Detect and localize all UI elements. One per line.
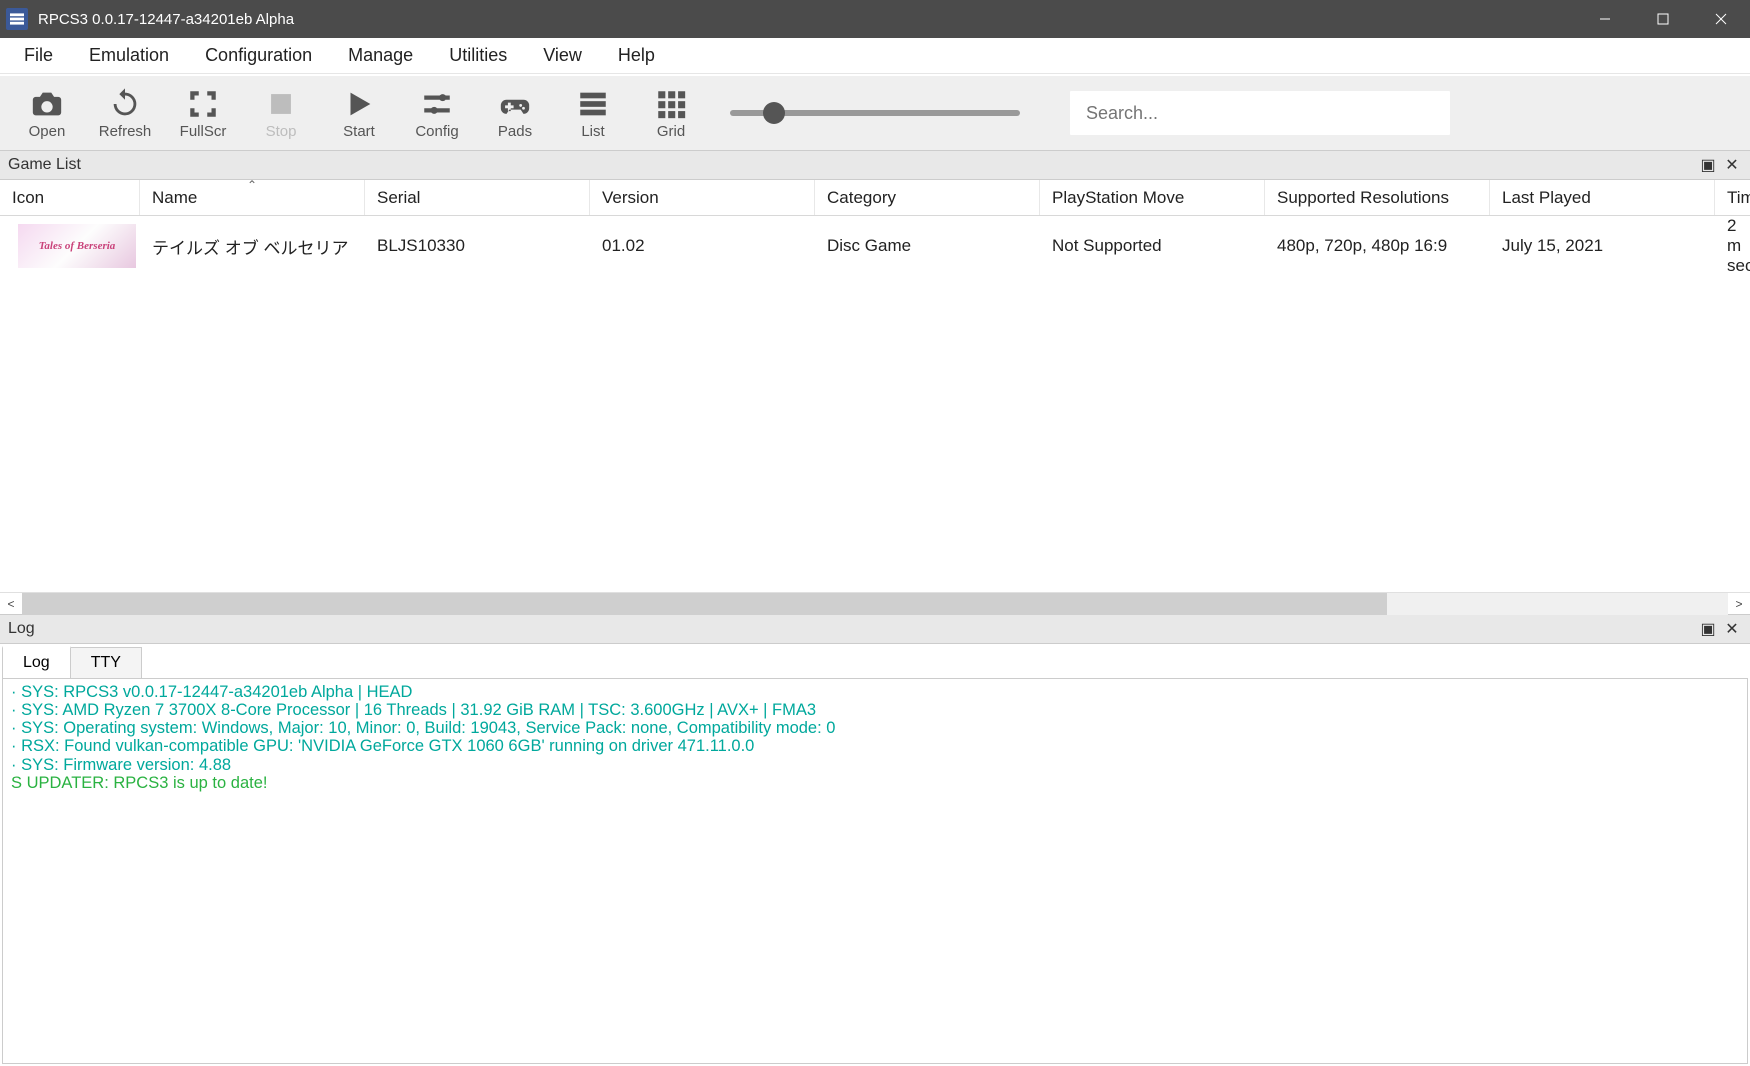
game-resolutions: 480p, 720p, 480p 16:9 — [1265, 236, 1490, 256]
maximize-button[interactable] — [1634, 0, 1692, 38]
close-icon[interactable]: ✕ — [1722, 619, 1742, 639]
game-category: Disc Game — [815, 236, 1040, 256]
game-icon-cell: Tales of Berseria — [0, 224, 140, 268]
menu-help[interactable]: Help — [600, 39, 673, 72]
tab-log[interactable]: Log — [2, 646, 71, 678]
search-input[interactable] — [1070, 91, 1450, 135]
list-icon — [576, 87, 610, 121]
log-tabs: Log TTY — [0, 644, 1750, 678]
grid-icon — [654, 87, 688, 121]
gamelist-title: Game List — [8, 156, 81, 174]
horizontal-scrollbar[interactable]: < > — [0, 592, 1750, 614]
gamepad-icon — [498, 87, 532, 121]
gamelist-header-row: Icon Name Serial Version Category PlaySt… — [0, 180, 1750, 216]
stop-button[interactable]: Stop — [242, 77, 320, 149]
log-line: ·­ RSX: Found vulkan-compatible GPU: 'NV… — [11, 737, 1739, 755]
popout-icon[interactable]: ▣ — [1698, 155, 1718, 175]
close-button[interactable] — [1692, 0, 1750, 38]
list-button[interactable]: List — [554, 77, 632, 149]
column-last-played[interactable]: Last Played — [1490, 180, 1715, 215]
minimize-button[interactable] — [1576, 0, 1634, 38]
refresh-icon — [108, 87, 142, 121]
menu-configuration[interactable]: Configuration — [187, 39, 330, 72]
stop-icon — [264, 87, 298, 121]
popout-icon[interactable]: ▣ — [1698, 619, 1718, 639]
gamelist-panel-header: Game List ▣ ✕ — [0, 150, 1750, 180]
sliders-icon — [420, 87, 454, 121]
play-icon — [342, 87, 376, 121]
camera-icon — [30, 87, 64, 121]
menu-view[interactable]: View — [525, 39, 600, 72]
column-serial[interactable]: Serial — [365, 180, 590, 215]
log-line: S UPDATER: RPCS3 is up to date! — [11, 774, 1739, 792]
slider-thumb[interactable] — [763, 102, 785, 124]
log-title: Log — [8, 620, 35, 638]
column-version[interactable]: Version — [590, 180, 815, 215]
menu-manage[interactable]: Manage — [330, 39, 431, 72]
log-content[interactable]: ·­ SYS: RPCS3 v0.0.17-12447-a34201eb Alp… — [2, 678, 1748, 1064]
title-bar: RPCS3 0.0.17-12447-a34201eb Alpha — [0, 0, 1750, 38]
menu-utilities[interactable]: Utilities — [431, 39, 525, 72]
toolbar: Open Refresh FullScr Stop Start Config P… — [0, 74, 1750, 150]
scroll-left-icon[interactable]: < — [0, 593, 22, 615]
window-title: RPCS3 0.0.17-12447-a34201eb Alpha — [38, 11, 1576, 28]
column-icon[interactable]: Icon — [0, 180, 140, 215]
column-time-played[interactable]: Tim — [1715, 180, 1750, 215]
log-panel-header: Log ▣ ✕ — [0, 614, 1750, 644]
table-row[interactable]: Tales of Berseria テイルズ オブ ベルセリア BLJS1033… — [0, 216, 1750, 276]
scroll-track[interactable] — [22, 593, 1728, 615]
start-button[interactable]: Start — [320, 77, 398, 149]
column-move[interactable]: PlayStation Move — [1040, 180, 1265, 215]
config-button[interactable]: Config — [398, 77, 476, 149]
grid-button[interactable]: Grid — [632, 77, 710, 149]
scroll-thumb[interactable] — [22, 593, 1387, 615]
close-icon[interactable]: ✕ — [1722, 155, 1742, 175]
game-version: 01.02 — [590, 236, 815, 256]
game-move: Not Supported — [1040, 236, 1265, 256]
log-line: ·­ SYS: Operating system: Windows, Major… — [11, 719, 1739, 737]
gamelist-body: Tales of Berseria テイルズ オブ ベルセリア BLJS1033… — [0, 216, 1750, 592]
fullscreen-icon — [186, 87, 220, 121]
pads-button[interactable]: Pads — [476, 77, 554, 149]
column-category[interactable]: Category — [815, 180, 1040, 215]
menu-file[interactable]: File — [6, 39, 71, 72]
menu-emulation[interactable]: Emulation — [71, 39, 187, 72]
game-serial: BLJS10330 — [365, 236, 590, 256]
game-last-played: July 15, 2021 — [1490, 236, 1715, 256]
game-name: テイルズ オブ ベルセリア — [140, 234, 365, 259]
log-line: ·­ SYS: AMD Ryzen 7 3700X 8-Core Process… — [11, 701, 1739, 719]
game-icon: Tales of Berseria — [18, 224, 136, 268]
menu-bar: File Emulation Configuration Manage Util… — [0, 38, 1750, 74]
fullscreen-button[interactable]: FullScr — [164, 77, 242, 149]
tab-tty[interactable]: TTY — [70, 647, 142, 678]
game-time-played: 2 m sec — [1715, 216, 1750, 276]
refresh-button[interactable]: Refresh — [86, 77, 164, 149]
icon-size-slider[interactable] — [730, 110, 1020, 116]
open-button[interactable]: Open — [8, 77, 86, 149]
column-resolutions[interactable]: Supported Resolutions — [1265, 180, 1490, 215]
log-line: ·­ SYS: RPCS3 v0.0.17-12447-a34201eb Alp… — [11, 683, 1739, 701]
app-icon — [6, 8, 28, 30]
log-line: ·­ SYS: Firmware version: 4.88 — [11, 756, 1739, 774]
column-name[interactable]: Name — [140, 180, 365, 215]
scroll-right-icon[interactable]: > — [1728, 593, 1750, 615]
